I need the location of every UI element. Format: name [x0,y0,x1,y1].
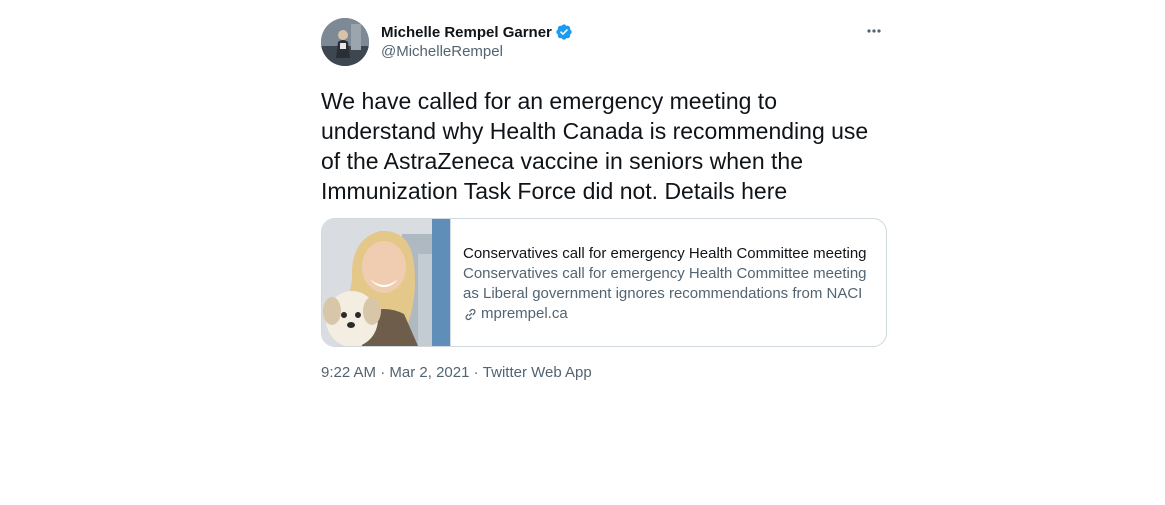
link-icon [465,308,476,320]
tweet: Michelle Rempel Garner @MichelleRempel W… [321,18,887,381]
card-description: Conservatives call for emergency Health … [463,265,867,302]
card-title: Conservatives call for emergency Health … [463,245,867,262]
card-body: Conservatives call for emergency Health … [451,219,873,346]
link-card[interactable]: Conservatives call for emergency Health … [321,218,887,347]
display-name[interactable]: Michelle Rempel Garner [381,24,552,41]
card-domain: mprempel.ca [481,305,568,322]
tweet-text: We have called for an emergency meeting … [321,88,869,204]
meta-separator: · [376,364,390,381]
tweet-source[interactable]: Twitter Web App [483,364,592,381]
card-image [322,219,451,346]
verified-badge-icon [556,24,572,40]
card-domain-row: mprempel.ca [463,304,873,324]
more-options-button[interactable] [861,18,887,44]
tweet-header: Michelle Rempel Garner @MichelleRempel [321,18,887,66]
meta-separator-2: · [469,364,483,381]
author-info: Michelle Rempel Garner @MichelleRempel [381,22,573,60]
more-options-icon [867,29,881,33]
tweet-meta: 9:22 AM · Mar 2, 2021 · Twitter Web App [321,364,887,381]
tweet-time[interactable]: 9:22 AM [321,364,376,381]
author-handle[interactable]: @MichelleRempel [381,43,573,60]
display-name-row: Michelle Rempel Garner [381,22,573,42]
avatar[interactable] [321,18,369,66]
tweet-date[interactable]: Mar 2, 2021 [389,364,469,381]
